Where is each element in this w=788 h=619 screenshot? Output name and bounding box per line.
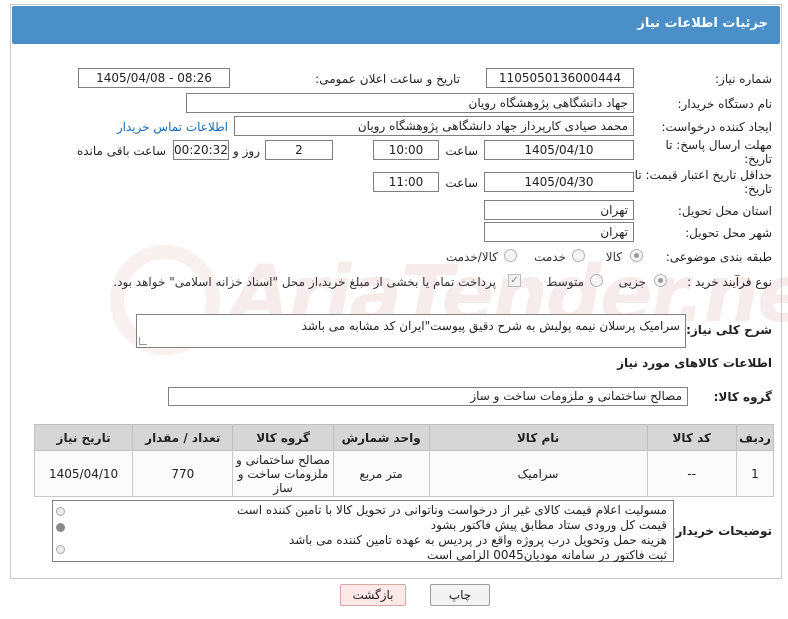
remaining-time-field[interactable]: 00:20:32 [173, 140, 229, 160]
buyer-contact-link[interactable]: اطلاعات تماس خریدار [117, 120, 228, 134]
cell-row: 1 [735, 450, 775, 497]
announce-field[interactable]: 1405/04/08 - 08:26 [78, 68, 230, 88]
remaining-label: ساعت باقی مانده [76, 144, 166, 158]
process-radio-minor[interactable] [654, 274, 667, 287]
buyer-note-line: ثبت فاکتور در سامانه مودیان0045 الزامی ا… [427, 548, 667, 562]
treasury-payment-note: پرداخت تمام یا بخشی از مبلغ خرید،از محل … [113, 275, 496, 289]
page-title: جزئیات اطلاعات نیاز [637, 16, 768, 31]
creator-field[interactable]: محمد صیادی کارپرداز جهاد دانشگاهی پژوهشگ… [234, 116, 634, 136]
category-radio-goods[interactable] [630, 249, 643, 262]
category-label: طبقه بندی موضوعی: [665, 250, 772, 264]
notes-scrollbar[interactable] [55, 503, 67, 559]
table-row[interactable]: 1 -- سرامیک متر مربع مصالح ساختمانی و مل… [33, 450, 775, 497]
col-name: نام کالا [428, 424, 648, 451]
need-number-label: شماره نیاز: [715, 72, 772, 86]
summary-text: سرامیک پرسلان نیمه پولیش به شرح دقیق پیو… [301, 319, 680, 333]
resize-handle-icon[interactable] [139, 337, 147, 345]
province-label: استان محل تحویل: [677, 204, 772, 218]
title-bar: جزئیات اطلاعات نیاز [12, 6, 780, 44]
days-label: روز و [233, 144, 260, 158]
goods-table-header: ردیف کد کالا نام کالا واحد شمارش گروه کا… [33, 424, 775, 451]
cell-date: 1405/04/10 [33, 450, 134, 497]
province-field[interactable]: تهران [484, 200, 634, 220]
goods-group-label: گروه کالا: [713, 390, 772, 404]
category-option-service: خدمت [534, 250, 566, 264]
scroll-down-icon[interactable] [56, 545, 65, 554]
deadline-date-field[interactable]: 1405/04/10 [484, 140, 634, 160]
summary-textarea[interactable]: سرامیک پرسلان نیمه پولیش به شرح دقیق پیو… [136, 314, 686, 348]
buyer-org-field[interactable]: جهاد دانشگاهی پژوهشگاه رویان [186, 93, 634, 113]
announce-label: تاریخ و ساعت اعلان عمومی: [315, 72, 460, 86]
back-button[interactable]: بازگشت [340, 584, 406, 606]
buyer-org-label: نام دستگاه خریدار: [677, 97, 773, 111]
category-radio-goods-service[interactable] [504, 249, 517, 262]
col-qty: تعداد / مقدار [132, 424, 234, 451]
print-button[interactable]: چاپ [430, 584, 490, 606]
col-row: ردیف [735, 424, 775, 451]
cell-name: سرامیک [428, 450, 648, 497]
process-radio-medium[interactable] [590, 274, 603, 287]
need-number-field[interactable]: 1105050136000444 [486, 68, 634, 88]
category-radio-service[interactable] [572, 249, 585, 262]
process-option-medium: متوسط [546, 275, 584, 289]
col-code: کد کالا [646, 424, 737, 451]
process-label: نوع فرآیند خرید : [687, 275, 772, 289]
validity-date-field[interactable]: 1405/04/30 [484, 172, 634, 192]
cell-group: مصالح ساختمانی و ملزومات ساخت و ساز [232, 450, 334, 497]
city-label: شهر محل تحویل: [685, 226, 772, 240]
buyer-notes-label: توضیحات خریدار: [670, 524, 772, 538]
category-option-goods-service: کالا/خدمت [445, 250, 498, 264]
cell-code: -- [646, 450, 737, 497]
scroll-thumb-icon[interactable] [56, 523, 65, 532]
validity-time-field[interactable]: 11:00 [373, 172, 439, 192]
goods-section-title: اطلاعات کالاهای مورد نیاز [617, 356, 772, 370]
goods-table: ردیف کد کالا نام کالا واحد شمارش گروه کا… [33, 424, 775, 497]
buyer-note-line: قیمت کل ورودی ستاد مطابق پیش فاکتور بشود [430, 518, 667, 532]
treasury-checkbox[interactable]: ✓ [508, 274, 521, 287]
buyer-note-line: مسولیت اعلام قیمت کالای غیر از درخواست و… [236, 503, 667, 517]
buyer-notes-textarea[interactable]: مسولیت اعلام قیمت کالای غیر از درخواست و… [52, 500, 674, 562]
scroll-up-icon[interactable] [56, 507, 65, 516]
validity-time-label: ساعت [445, 176, 478, 190]
deadline-time-field[interactable]: 10:00 [373, 140, 439, 160]
category-option-goods: کالا [605, 250, 622, 264]
buyer-note-line: هزینه حمل وتحویل درب پروژه واقع در پردیس… [288, 533, 667, 547]
cell-qty: 770 [132, 450, 234, 497]
col-unit: واحد شمارش [332, 424, 430, 451]
col-date: تاریخ نیاز [33, 424, 134, 451]
goods-group-field[interactable]: مصالح ساختمانی و ملزومات ساخت و ساز [168, 387, 688, 406]
summary-label: شرح کلی نیاز: [686, 323, 772, 337]
deadline-time-label: ساعت [445, 144, 478, 158]
city-field[interactable]: تهران [484, 222, 634, 242]
cell-unit: متر مربع [332, 450, 430, 497]
days-field[interactable]: 2 [265, 140, 333, 160]
creator-label: ایجاد کننده درخواست: [661, 120, 772, 134]
col-group: گروه کالا [232, 424, 334, 451]
process-option-minor: جزیی [618, 275, 646, 289]
validity-label: حداقل تاریخ اعتبار قیمت: تا تاریخ: [634, 168, 772, 196]
deadline-label: مهلت ارسال پاسخ: تا تاریخ: [665, 138, 772, 166]
